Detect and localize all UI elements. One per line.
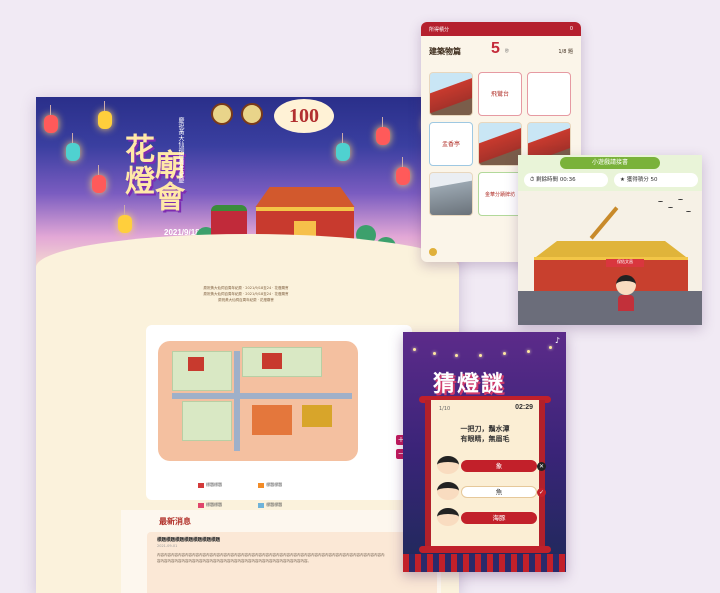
question-progress: 1/8 題 — [558, 49, 573, 55]
score-value: 0 — [569, 26, 573, 32]
quiz-category: 建築物篇 — [429, 47, 461, 56]
game-title: 小遊戲請接書 — [560, 157, 660, 169]
countdown-value: 5 — [491, 40, 500, 57]
legend-item: 標題標題 — [198, 502, 253, 508]
lantern-decoration — [66, 133, 80, 161]
lantern-decoration — [376, 117, 390, 145]
lantern-decoration — [44, 105, 58, 133]
news-item-title[interactable]: 標題標題標題標題標題標題標題 — [157, 537, 220, 543]
lantern-decoration — [98, 101, 112, 129]
quiz-tile[interactable]: 金華分蹟牌坊 — [478, 172, 522, 216]
lantern-decoration — [396, 157, 410, 185]
temple-banner: 保佑文昌 — [606, 259, 644, 267]
wrong-icon: ✕ — [537, 462, 546, 471]
bird-decoration — [678, 199, 683, 201]
riddle-question-line2: 有眼睛，無眉毛 — [460, 435, 510, 443]
riddle-title: 猜燈謎 — [433, 371, 506, 397]
riddle-timer: 02:29 — [515, 404, 533, 411]
bird-decoration — [686, 211, 691, 213]
intro-paragraph: 慶祝黃大仙祠百周年紀慶 · 2021/9/18至24 · 花燈廟會 慶祝黃大仙祠… — [203, 286, 289, 302]
score-bar: 所得積分 0 — [421, 22, 581, 36]
riddle-scroll: 1/10 02:29 一把刀，鬚水潭 有眼睛，無眉毛 象 ✕ 魚 ✓ 海豚 — [425, 400, 546, 550]
news-item[interactable]: 標題標題標題標題標題標題標題 2021-09-01 內容內容內容內容內容內容內容… — [147, 532, 437, 593]
legend-swatch — [258, 502, 265, 508]
legend-item: 標題標題 — [258, 502, 313, 508]
news-item-date: 2021-09-01 — [157, 544, 178, 548]
remaining-time: ⏱ 剩餘時間 00:36 — [524, 173, 608, 187]
avatar — [437, 482, 459, 500]
street-decoration — [403, 554, 566, 572]
clock-icon: ⏱ — [530, 177, 535, 183]
mini-game-screen: 小遊戲請接書 ⏱ 剩餘時間 00:36 ★ 獲得積分 50 保佑文昌 — [518, 155, 702, 325]
org-logo — [241, 103, 263, 125]
legend-swatch — [198, 502, 204, 508]
temple-roof — [536, 241, 686, 257]
remaining-time-value: 00:36 — [559, 177, 576, 183]
festival-subtitle: 慶祝黃大仙祠百周年紀慶 — [177, 117, 184, 183]
hero-banner: 100 花燈 廟會 慶祝黃大仙祠百周年紀慶 2021/9/18至24 — [36, 97, 459, 274]
news-item-body: 內容內容內容內容內容內容內容內容內容內容內容內容內容內容內容內容內容內容內容內容… — [157, 553, 385, 563]
legend-swatch — [198, 482, 204, 488]
scroll-rod-bottom — [419, 546, 551, 553]
festival-website: 100 花燈 廟會 慶祝黃大仙祠百周年紀慶 2021/9/18至24 慶祝黃大仙… — [36, 97, 459, 593]
legend-item: 標題標題 — [198, 482, 253, 488]
riddle-index: 1/10 — [439, 406, 451, 412]
earned-score-label: 獲得積分 — [626, 177, 649, 183]
countdown-unit: 秒 — [505, 48, 509, 53]
legend-item: 標題標題 — [258, 482, 313, 488]
answer-option[interactable]: 魚 ✓ — [461, 486, 546, 498]
music-note-icon[interactable]: ♪ — [555, 336, 560, 345]
game-header: 小遊戲請接書 ⏱ 剩餘時間 00:36 ★ 獲得積分 50 — [518, 155, 702, 191]
riddle-question-line1: 一把刀，鬚水潭 — [460, 425, 510, 433]
answer-option[interactable]: 象 ✕ — [461, 460, 546, 472]
quiz-tile[interactable] — [478, 122, 522, 166]
check-icon: ✓ — [537, 488, 546, 497]
bird-decoration — [658, 201, 663, 203]
avatar — [437, 508, 459, 526]
lantern-decoration — [336, 133, 350, 161]
remaining-time-label: 剩餘時間 — [536, 177, 559, 183]
legend-swatch — [258, 482, 265, 488]
falling-brush[interactable] — [589, 206, 619, 240]
news-section: 最新消息 標題標題標題標題標題標題標題 2021-09-01 內容內容內容內容內… — [121, 510, 441, 593]
map-canvas[interactable] — [152, 331, 367, 466]
temple-logo — [211, 103, 233, 125]
score-label: 所得積分 — [429, 27, 450, 33]
trophy-icon: ★ — [620, 177, 625, 183]
earned-score: ★ 獲得積分 50 — [614, 173, 698, 187]
lantern-decoration — [92, 165, 106, 193]
centenary-logo: 100 — [274, 99, 334, 133]
player-character[interactable] — [614, 275, 638, 311]
temple-courtyard — [518, 291, 702, 325]
avatar — [437, 456, 459, 474]
quiz-tile[interactable] — [429, 172, 473, 216]
news-section-title: 最新消息 — [159, 517, 191, 526]
answer-option[interactable]: 海豚 — [461, 512, 537, 524]
lantern-decoration — [118, 205, 132, 233]
quiz-tile[interactable] — [527, 72, 571, 116]
quiz-tile[interactable] — [429, 72, 473, 116]
nav-dot-icon[interactable] — [429, 248, 437, 256]
quiz-tile[interactable]: 飛鸞台 — [478, 72, 522, 116]
bird-decoration — [668, 207, 673, 209]
quiz-tile[interactable]: 盂香亭 — [429, 122, 473, 166]
lantern-riddle-screen: ♪ 猜燈謎 1/10 02:29 一把刀，鬚水潭 有眼睛，無眉毛 象 ✕ 魚 ✓… — [403, 332, 566, 572]
earned-score-value: 50 — [650, 177, 658, 183]
venue-map[interactable]: + − 標題標題 標題標題 標題標題 標題標題 標題標題 標題標題 — [146, 325, 412, 528]
